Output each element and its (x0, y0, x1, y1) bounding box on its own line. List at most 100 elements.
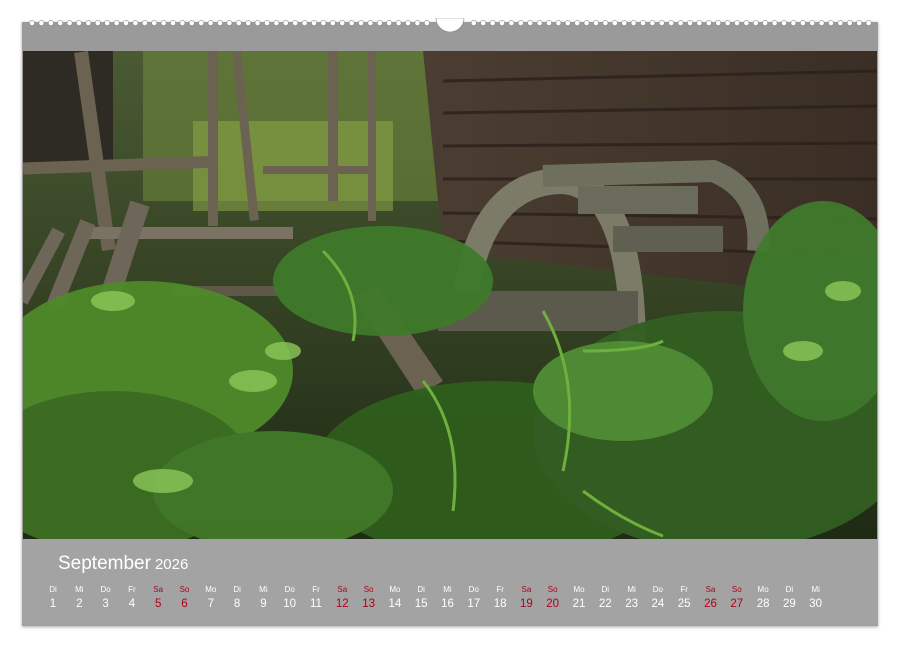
weekday-label: Mo (573, 585, 585, 594)
spiral-hole (123, 20, 129, 26)
spiral-hole (846, 20, 853, 26)
spiral-hole (358, 20, 364, 26)
spiral-hole (743, 20, 750, 26)
spiral-binding (29, 18, 872, 32)
day-cell: Sa 19 (514, 585, 538, 613)
weekday-label: Mo (389, 585, 401, 594)
spiral-hole (658, 20, 665, 26)
day-number: 22 (598, 598, 612, 610)
day-number: 3 (102, 598, 109, 610)
day-cell: Sa 26 (699, 585, 723, 613)
spiral-hole (564, 20, 571, 26)
spiral-hole (715, 20, 722, 26)
spiral-hole (320, 20, 327, 26)
spiral-hole (480, 20, 487, 26)
day-cell: Di 22 (593, 585, 617, 613)
spiral-hole (837, 20, 844, 26)
day-number: 10 (283, 598, 297, 610)
day-cell: Do 24 (646, 585, 670, 613)
spiral-hole (687, 20, 693, 26)
day-number: 5 (154, 598, 162, 610)
spiral-hole (170, 20, 176, 26)
day-cell: Do 10 (278, 585, 302, 613)
day-number: 13 (362, 598, 375, 610)
spiral-hole (160, 20, 167, 26)
day-number: 26 (704, 598, 717, 610)
day-number: 11 (310, 598, 322, 610)
day-cell: Di 29 (777, 585, 801, 613)
spiral-hole (395, 20, 402, 26)
day-number: 1 (49, 598, 57, 610)
day-cell: Mo 14 (383, 585, 407, 613)
day-cell: Mi 30 (804, 585, 828, 613)
spiral-hole (282, 20, 289, 26)
spiral-hole (799, 20, 806, 26)
weekday-label: Mi (75, 585, 84, 594)
spiral-hole (649, 20, 656, 26)
spiral-hole (141, 20, 148, 26)
day-number: 14 (388, 598, 402, 610)
spiral-hole (311, 20, 317, 26)
spiral-hole (226, 20, 233, 26)
spiral-hole (57, 20, 64, 26)
spiral-hole (38, 20, 45, 26)
spiral-hole (367, 20, 374, 26)
day-cell: Fr 4 (120, 585, 144, 613)
spiral-hole (273, 20, 280, 26)
spiral-hole (583, 20, 590, 26)
day-number: 16 (441, 598, 454, 610)
spiral-hole (668, 20, 675, 26)
day-cell: Fr 18 (488, 585, 512, 613)
spiral-hole (527, 20, 534, 26)
weekday-label: Di (233, 585, 241, 594)
spiral-hole (790, 20, 797, 26)
spiral-hole (818, 20, 825, 26)
day-row: Di 1 Mi 2 Do 3 Fr 4 Sa 5 So 6 Mo 7 Di 8 Mi 9 Do 10 Fr 11 Sa 12 S… (49, 585, 846, 615)
day-number: 21 (572, 598, 586, 610)
day-cell: Fr 11 (304, 585, 328, 613)
spiral-hole (828, 20, 834, 26)
weekday-label: Mi (811, 585, 820, 594)
spiral-hole (207, 20, 214, 26)
day-cell: Sa 12 (330, 585, 354, 613)
weekday-label: So (179, 585, 190, 594)
weekday-label: Di (601, 585, 610, 594)
spiral-hole (705, 20, 712, 26)
day-number: 18 (493, 598, 507, 610)
weekday-label: Sa (153, 585, 164, 594)
day-number: 12 (335, 598, 349, 610)
spiral-hole (254, 20, 261, 26)
weekday-label: Mi (443, 585, 452, 594)
day-cell: Di 15 (409, 585, 433, 613)
spiral-hole (630, 20, 637, 26)
day-number: 15 (414, 598, 428, 610)
spiral-hole (132, 20, 139, 26)
day-number: 2 (76, 598, 83, 610)
day-cell: Mi 16 (436, 585, 460, 613)
spiral-hole (104, 20, 111, 26)
weekday-label: Mi (627, 585, 636, 594)
calendar-bar: September 2026 Di 1 Mi 2 Do 3 Fr 4 Sa 5 So 6 Mo 7 Di 8 Mi… (22, 539, 878, 626)
spiral-hole (179, 20, 186, 26)
day-cell: Sa 5 (146, 585, 170, 613)
spiral-hole (76, 20, 82, 26)
weekday-label: Do (100, 585, 111, 594)
day-cell: So 27 (725, 585, 749, 613)
day-cell: Mi 2 (67, 585, 91, 613)
day-cell: Do 3 (94, 585, 118, 613)
spiral-hole (809, 20, 816, 26)
weekday-label: Di (785, 585, 794, 594)
day-number: 24 (651, 598, 665, 610)
day-number: 20 (546, 598, 560, 610)
weekday-label: Mo (205, 585, 217, 594)
spiral-hole (405, 20, 411, 26)
spiral-hole (499, 20, 505, 26)
day-number: 9 (260, 598, 267, 610)
spiral-hole (414, 20, 421, 26)
day-number: 4 (128, 598, 136, 610)
spiral-hole (217, 20, 223, 26)
spiral-hole (94, 20, 101, 26)
day-number: 8 (233, 598, 241, 610)
spiral-hole (47, 20, 54, 26)
day-cell: So 20 (541, 585, 565, 613)
